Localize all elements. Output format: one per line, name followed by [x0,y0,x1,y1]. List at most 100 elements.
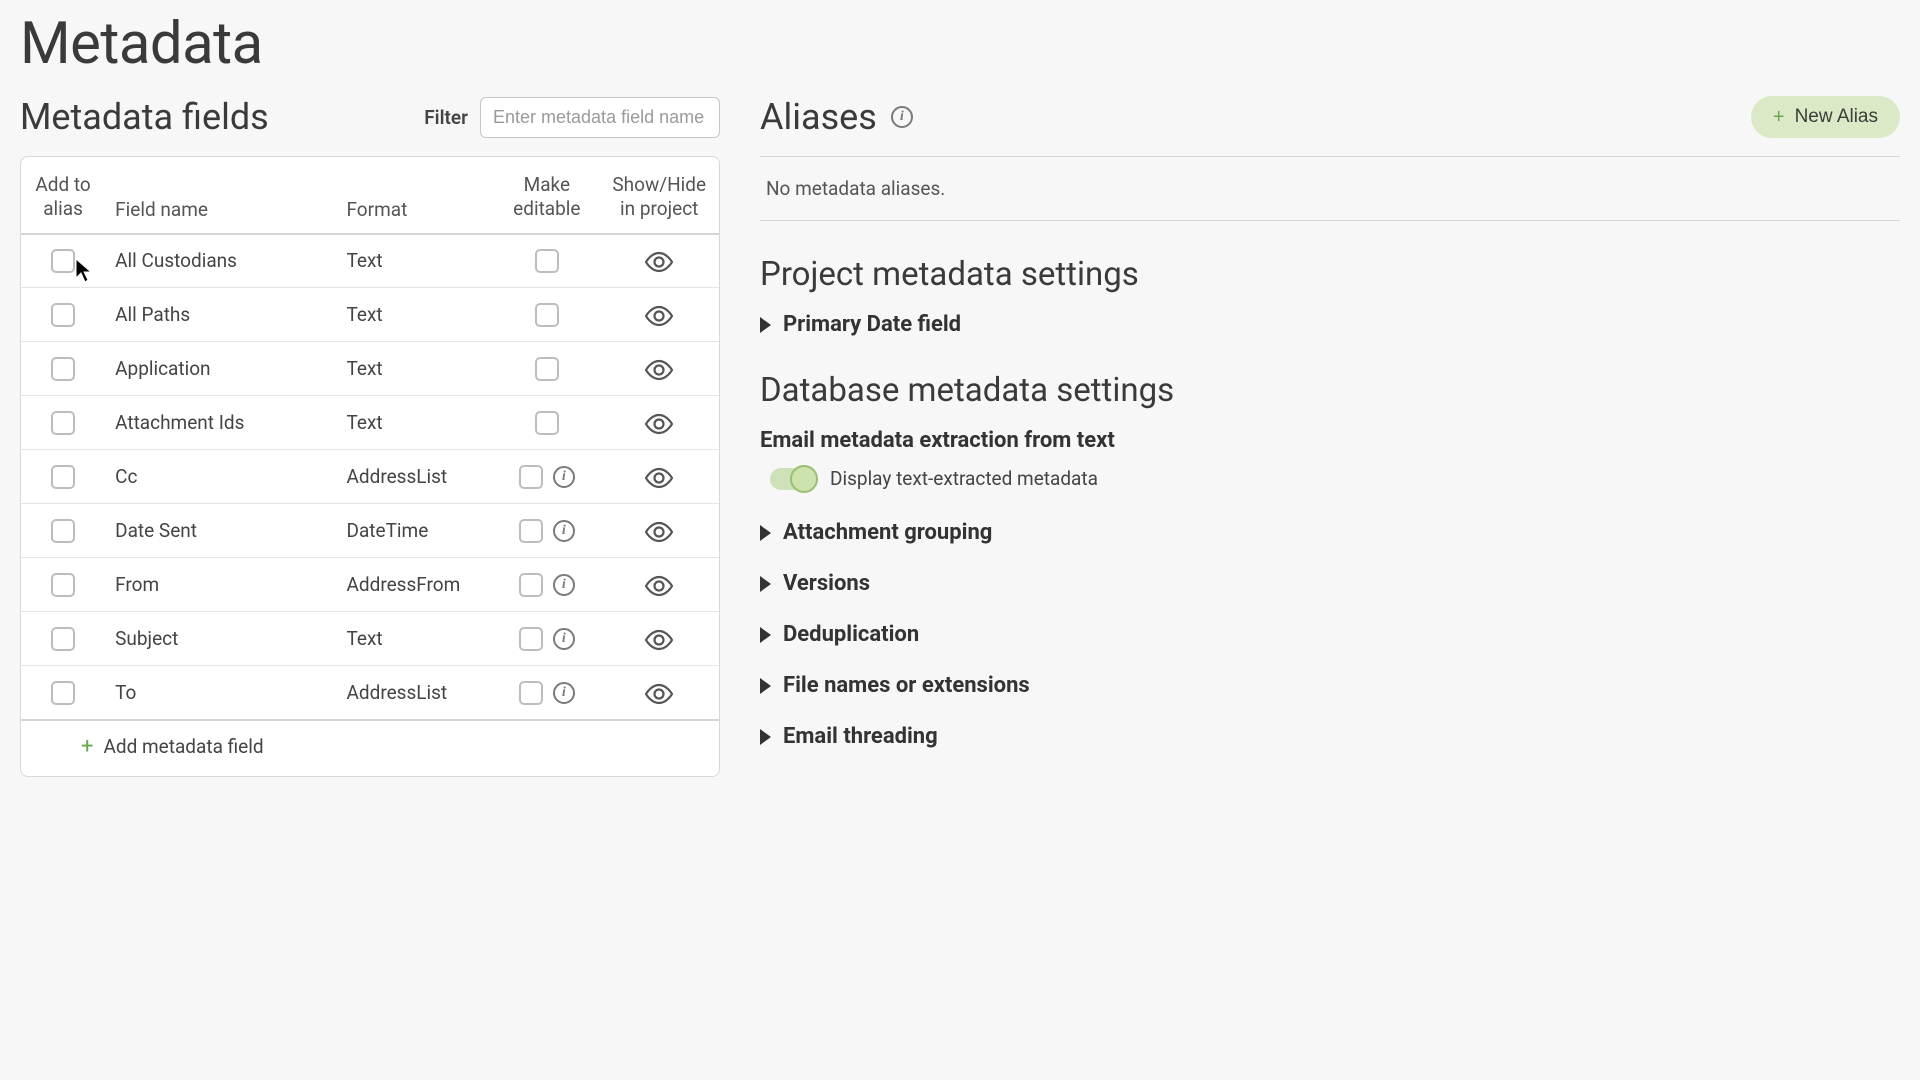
field-name-cell: Application [105,342,336,396]
format-cell: AddressList [337,450,495,504]
table-row: Date SentDateTime i [21,504,719,558]
email-metadata-extraction-heading: Email metadata extraction from text [760,428,1900,453]
new-alias-label: New Alias [1795,106,1878,128]
database-metadata-settings-heading: Database metadata settings [760,371,1900,410]
table-row: CcAddressList i [21,450,719,504]
format-cell: Text [337,612,495,666]
table-row: Attachment IdsText [21,396,719,450]
make-editable-checkbox[interactable] [519,627,543,651]
disclosure-label: Email threading [783,724,938,749]
disclosure-attachment-grouping[interactable]: Attachment grouping [760,520,1900,545]
format-cell: DateTime [337,504,495,558]
display-text-extracted-metadata-toggle[interactable] [770,468,814,490]
make-editable-checkbox[interactable] [535,411,559,435]
add-to-alias-checkbox[interactable] [51,681,75,705]
eye-icon[interactable] [644,629,674,651]
make-editable-checkbox[interactable] [519,465,543,489]
disclosure-label: Attachment grouping [783,520,992,545]
field-name-cell: All Custodians [105,234,336,288]
make-editable-checkbox[interactable] [535,357,559,381]
disclosure-label: Versions [783,571,870,596]
eye-icon[interactable] [644,467,674,489]
format-cell: Text [337,234,495,288]
metadata-fields-heading: Metadata fields [20,96,269,138]
field-name-cell: To [105,666,336,720]
info-icon[interactable]: i [553,520,575,542]
disclosure-label: File names or extensions [783,673,1030,698]
add-to-alias-checkbox[interactable] [51,465,75,489]
table-row: ApplicationText [21,342,719,396]
info-icon[interactable]: i [553,682,575,704]
format-cell: AddressList [337,666,495,720]
make-editable-checkbox[interactable] [535,249,559,273]
field-name-cell: Subject [105,612,336,666]
format-cell: Text [337,288,495,342]
make-editable-checkbox[interactable] [519,519,543,543]
add-to-alias-checkbox[interactable] [51,627,75,651]
project-metadata-settings-heading: Project metadata settings [760,255,1900,294]
eye-icon[interactable] [644,413,674,435]
add-to-alias-checkbox[interactable] [51,357,75,381]
col-add-to-alias-l1: Add to [31,173,95,197]
col-make-editable-l1: Make [504,173,589,197]
disclosure-file-names-or-extensions[interactable]: File names or extensions [760,673,1900,698]
eye-icon[interactable] [644,683,674,705]
eye-icon[interactable] [644,251,674,273]
table-row: FromAddressFrom i [21,558,719,612]
chevron-right-icon [760,317,771,333]
table-row: ToAddressList i [21,666,719,720]
chevron-right-icon [760,678,771,694]
format-cell: Text [337,396,495,450]
field-name-cell: Cc [105,450,336,504]
info-icon[interactable]: i [553,466,575,488]
disclosure-label: Deduplication [783,622,919,647]
make-editable-checkbox[interactable] [519,573,543,597]
table-row: All PathsText [21,288,719,342]
field-name-cell: From [105,558,336,612]
col-field-name: Field name [115,198,326,221]
primary-date-field-disclosure[interactable]: Primary Date field [760,312,1900,337]
disclosure-email-threading[interactable]: Email threading [760,724,1900,749]
eye-icon[interactable] [644,521,674,543]
add-to-alias-checkbox[interactable] [51,411,75,435]
plus-icon: + [81,736,93,758]
aliases-heading: Aliases [760,96,877,138]
metadata-fields-table-card: Add to alias Field name Format Make edit… [20,156,720,777]
chevron-right-icon [760,729,771,745]
primary-date-field-label: Primary Date field [783,312,961,337]
field-name-cell: Date Sent [105,504,336,558]
col-show-hide-l2: in project [609,197,709,221]
format-cell: AddressFrom [337,558,495,612]
disclosure-deduplication[interactable]: Deduplication [760,622,1900,647]
info-icon[interactable]: i [891,106,913,128]
field-name-cell: Attachment Ids [105,396,336,450]
filter-label: Filter [424,106,468,129]
col-add-to-alias-l2: alias [31,197,95,221]
col-make-editable-l2: editable [504,197,589,221]
aliases-empty-message: No metadata aliases. [760,156,1900,221]
add-to-alias-checkbox[interactable] [51,519,75,543]
new-alias-button[interactable]: + New Alias [1751,96,1900,138]
add-to-alias-checkbox[interactable] [51,573,75,597]
table-row: SubjectText i [21,612,719,666]
info-icon[interactable]: i [553,574,575,596]
display-text-extracted-metadata-label: Display text-extracted metadata [830,467,1098,490]
chevron-right-icon [760,525,771,541]
make-editable-checkbox[interactable] [535,303,559,327]
field-name-cell: All Paths [105,288,336,342]
page-title: Metadata [20,10,1900,78]
info-icon[interactable]: i [553,628,575,650]
eye-icon[interactable] [644,305,674,327]
add-to-alias-checkbox[interactable] [51,303,75,327]
eye-icon[interactable] [644,359,674,381]
make-editable-checkbox[interactable] [519,681,543,705]
col-format: Format [347,198,485,221]
col-show-hide-l1: Show/Hide [609,173,709,197]
add-metadata-field-button[interactable]: + Add metadata field [81,735,264,758]
eye-icon[interactable] [644,575,674,597]
plus-icon: + [1773,107,1785,127]
disclosure-versions[interactable]: Versions [760,571,1900,596]
filter-input[interactable] [480,97,720,138]
add-to-alias-checkbox[interactable] [51,249,75,273]
chevron-right-icon [760,627,771,643]
